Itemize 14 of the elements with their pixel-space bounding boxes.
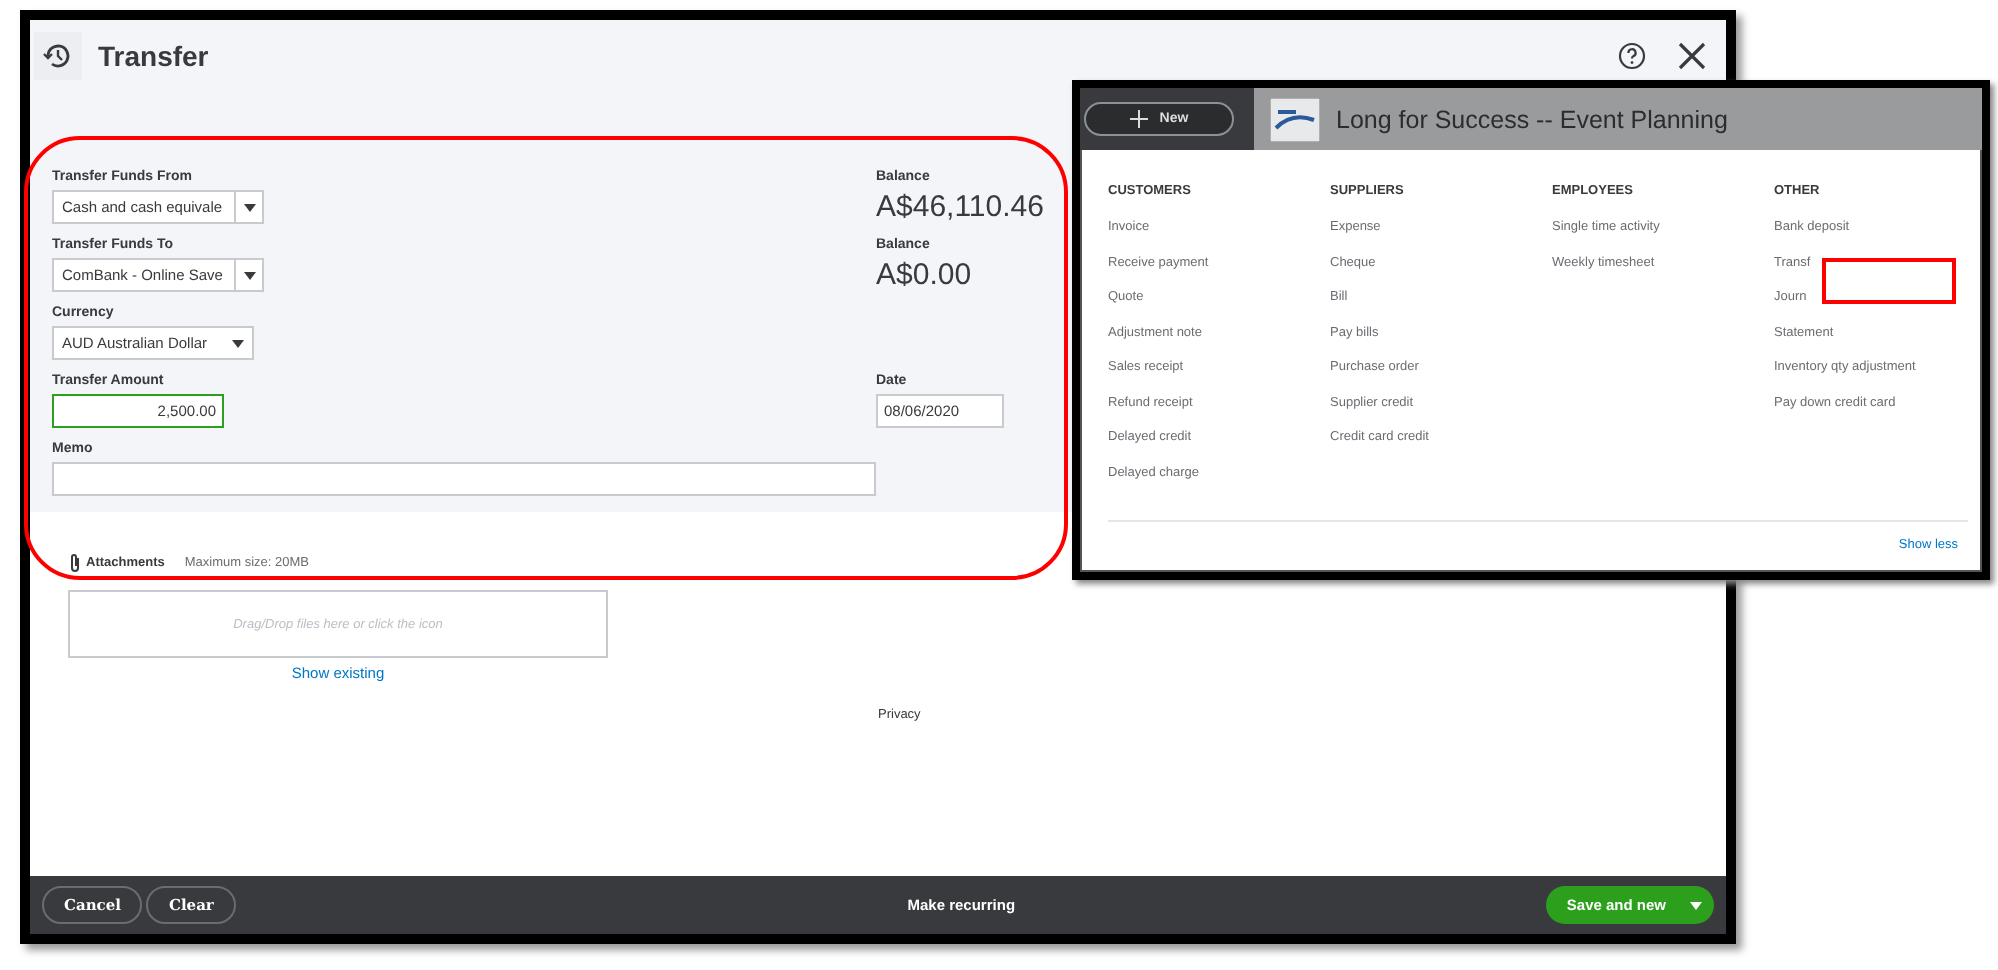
help-icon[interactable] xyxy=(1618,42,1646,70)
balance-amount: A$46,110.46 xyxy=(876,190,1046,224)
caret-icon xyxy=(243,271,255,279)
paperclip-icon xyxy=(68,552,82,574)
window-title: Transfer xyxy=(98,40,211,72)
caret-icon[interactable] xyxy=(1690,901,1702,909)
balance-amount: A$0.00 xyxy=(876,258,974,292)
caret-icon xyxy=(243,203,255,211)
company-name: Long for Success -- Event Planning xyxy=(1336,105,1728,133)
logo-icon xyxy=(1270,97,1320,141)
close-icon[interactable] xyxy=(1678,42,1706,70)
caret-icon xyxy=(232,339,244,347)
plus-icon xyxy=(1129,110,1148,128)
memo-field[interactable] xyxy=(52,462,876,496)
